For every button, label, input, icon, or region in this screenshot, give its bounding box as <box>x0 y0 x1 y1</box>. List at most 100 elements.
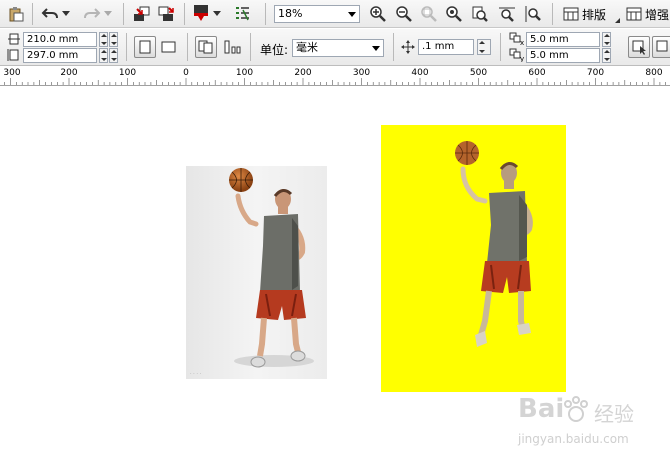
page-height-value: 297.0 mm <box>27 50 79 61</box>
redo-dropdown-icon[interactable] <box>103 4 113 24</box>
chevron-down-icon <box>348 12 356 17</box>
traced-basketball-player <box>455 141 533 347</box>
landscape-button[interactable] <box>160 39 178 58</box>
separator <box>123 3 124 25</box>
separator <box>126 33 127 61</box>
zoom-level-value: 18% <box>278 7 303 20</box>
zoom-to-page-width-icon[interactable] <box>497 4 517 24</box>
units-combobox[interactable]: 毫米 <box>292 39 384 57</box>
landscape-icon <box>161 41 176 53</box>
drawing-canvas[interactable]: · · · · Bai 经验 jingyan.baidu.com <box>0 86 670 469</box>
traced-image-on-yellow[interactable] <box>381 125 566 392</box>
separator <box>32 3 33 25</box>
page-height-field[interactable]: 297.0 mm <box>23 48 97 63</box>
export-icon[interactable] <box>156 4 176 24</box>
ruler-label: 400 <box>411 68 429 78</box>
basketball-player-image: · · · · <box>190 168 314 377</box>
duplicate-distance-x-field[interactable]: 5.0 mm <box>526 32 600 47</box>
enhance-toolbar-button[interactable]: 增强 <box>626 4 669 24</box>
ruler-label: 100 <box>235 68 254 78</box>
svg-text:· · · ·: · · · · <box>190 371 202 377</box>
ruler-ticks <box>4 78 667 85</box>
launcher-dropdown-icon[interactable] <box>212 4 222 24</box>
paste-icon[interactable] <box>6 4 26 24</box>
duplicate-x-icon: x <box>509 32 525 49</box>
ruler-label: 500 <box>469 68 488 78</box>
ruler-label: 0 <box>183 68 189 78</box>
units-label: 单位: <box>260 43 289 57</box>
treat-as-filled-icon <box>632 40 646 55</box>
layout-toolbar-button[interactable]: 排版 <box>563 4 606 24</box>
separator <box>187 33 188 61</box>
svg-text:x: x <box>520 39 524 46</box>
paw-icon <box>564 396 588 422</box>
page-height-lock-spinner[interactable] <box>109 48 118 63</box>
separator <box>393 33 394 61</box>
chevron-down-icon <box>372 46 380 51</box>
duplicate-distance-y-value: 5.0 mm <box>530 50 569 61</box>
portrait-button[interactable] <box>134 36 156 58</box>
zoom-to-selected-icon[interactable] <box>419 4 439 24</box>
enhance-icon <box>626 7 642 21</box>
separator <box>250 33 251 61</box>
import-icon[interactable] <box>132 4 152 24</box>
watermark-brand: Bai <box>518 394 565 424</box>
treat-as-filled-button[interactable] <box>628 36 650 58</box>
zoom-level-combobox[interactable]: 18% <box>274 5 360 23</box>
page-width-icon <box>7 32 21 49</box>
nudge-distance-value: .1 mm <box>422 41 455 52</box>
zoom-to-page-icon[interactable] <box>470 4 490 24</box>
layout-label: 排版 <box>582 7 607 22</box>
watermark-url: jingyan.baidu.com <box>518 432 629 446</box>
zoom-to-page-height-icon[interactable] <box>523 4 543 24</box>
separator <box>265 3 266 25</box>
all-pages-button[interactable] <box>195 36 217 58</box>
page-height-spinner[interactable] <box>99 48 108 63</box>
application-launcher-icon[interactable] <box>191 3 211 23</box>
duplicate-distance-x-spinner[interactable] <box>602 32 611 47</box>
standard-toolbar: 18% 排版 增强 <box>0 0 670 28</box>
page-width-value: 210.0 mm <box>27 34 79 45</box>
page-width-lock-spinner[interactable] <box>109 32 118 47</box>
portrait-icon <box>139 40 151 54</box>
duplicate-y-icon: y <box>509 48 525 65</box>
duplicate-distance-y-spinner[interactable] <box>602 48 611 63</box>
zoom-to-all-objects-icon[interactable] <box>444 4 464 24</box>
ruler-label: 300 <box>352 68 371 78</box>
horizontal-ruler[interactable]: 300 200 100 0 100 200 300 400 500 600 700 800 <box>0 67 670 86</box>
ruler-label: 100 <box>118 68 137 78</box>
nudge-distance-field[interactable]: .1 mm <box>418 39 474 55</box>
all-pages-icon <box>198 40 213 54</box>
snap-icon <box>656 40 668 52</box>
ruler-label: 800 <box>645 68 663 78</box>
ruler-label: 700 <box>586 68 605 78</box>
units-value: 毫米 <box>296 41 318 54</box>
duplicate-distance-y-field[interactable]: 5.0 mm <box>526 48 600 63</box>
layout-icon <box>563 7 579 21</box>
undo-icon[interactable] <box>40 4 60 24</box>
ruler-label: 200 <box>294 68 312 78</box>
page-width-spinner[interactable] <box>99 32 108 47</box>
separator <box>500 33 501 61</box>
separator <box>552 3 553 25</box>
enhance-label: 增强 <box>645 7 670 22</box>
ruler-label: 600 <box>528 68 546 78</box>
zoom-in-icon[interactable] <box>368 4 388 24</box>
duplicate-distance-x-value: 5.0 mm <box>530 34 569 45</box>
redo-icon[interactable] <box>82 4 102 24</box>
ruler-label: 200 <box>60 68 78 78</box>
current-page-icon <box>224 40 241 54</box>
ruler-label: 300 <box>3 68 21 78</box>
corner-dropdown-icon[interactable] <box>615 18 620 23</box>
page-width-field[interactable]: 210.0 mm <box>23 32 97 47</box>
separator <box>184 3 185 25</box>
current-page-button[interactable] <box>223 39 243 58</box>
page-height-icon <box>7 48 21 65</box>
snap-to-objects-button[interactable] <box>652 36 670 58</box>
original-photo[interactable]: · · · · <box>186 166 327 379</box>
undo-dropdown-icon[interactable] <box>61 4 71 24</box>
svg-text:y: y <box>520 55 524 62</box>
zoom-out-icon[interactable] <box>394 4 414 24</box>
nudge-distance-spinner[interactable] <box>477 39 491 55</box>
welcome-screen-icon[interactable] <box>232 4 252 24</box>
